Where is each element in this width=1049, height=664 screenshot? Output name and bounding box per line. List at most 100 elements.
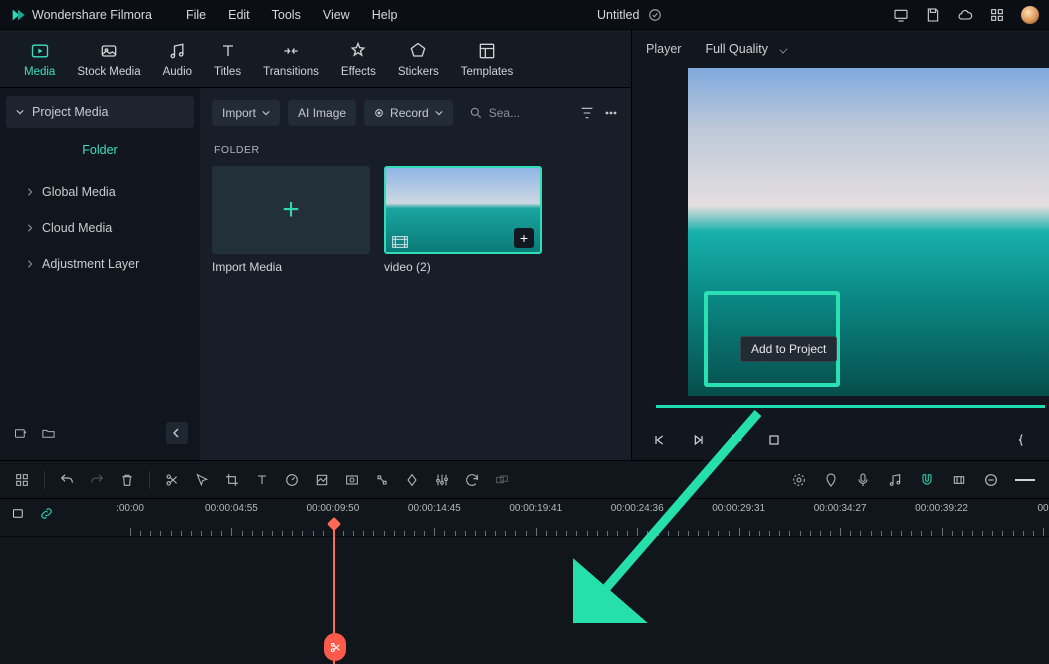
prev-frame-icon[interactable] — [652, 432, 668, 448]
ruler-label: 00:00:29:31 — [712, 503, 765, 514]
menu-help[interactable]: Help — [372, 8, 398, 22]
import-media-tile[interactable]: + Import Media — [212, 166, 370, 274]
timeline-options-icon[interactable] — [10, 505, 26, 521]
play-icon[interactable] — [728, 432, 744, 448]
tab-effects[interactable]: Effects — [341, 40, 376, 78]
sidebar-global-media[interactable]: Global Media — [6, 176, 194, 208]
timeline-ruler[interactable]: :00:0000:00:04:5500:00:09:5000:00:14:450… — [0, 499, 1049, 537]
titles-icon — [217, 40, 239, 62]
ai-image-button[interactable]: AI Image — [288, 100, 356, 126]
play-pause-icon[interactable] — [690, 432, 706, 448]
color-icon[interactable] — [314, 472, 330, 488]
transitions-icon — [280, 40, 302, 62]
media-icon — [29, 40, 51, 62]
more-icon[interactable] — [603, 105, 619, 121]
sidebar-cloud-media[interactable]: Cloud Media — [6, 212, 194, 244]
tab-stickers[interactable]: Stickers — [398, 40, 439, 78]
mic-icon[interactable] — [855, 472, 871, 488]
tab-effects-label: Effects — [341, 66, 376, 78]
tl-refresh-icon[interactable] — [464, 472, 480, 488]
stop-icon[interactable] — [766, 432, 782, 448]
group-icon[interactable] — [494, 472, 510, 488]
tab-transitions[interactable]: Transitions — [263, 40, 319, 78]
player-viewport[interactable] — [642, 68, 1049, 420]
search-input[interactable]: Sea... — [461, 106, 531, 120]
tab-media[interactable]: Media — [24, 40, 55, 78]
record-button[interactable]: Record — [364, 100, 453, 126]
tab-stock[interactable]: Stock Media — [77, 40, 140, 78]
split-icon[interactable] — [164, 472, 180, 488]
import-button[interactable]: Import — [212, 100, 280, 126]
text-icon[interactable] — [254, 472, 270, 488]
plus-icon: + — [282, 195, 300, 225]
undo-icon[interactable] — [59, 472, 75, 488]
new-folder-icon[interactable] — [40, 425, 56, 441]
ruler-label: 00:00:34:27 — [814, 503, 867, 514]
save-icon[interactable] — [925, 7, 941, 23]
sidebar-folder[interactable]: Folder — [6, 134, 194, 166]
keyframe-icon[interactable] — [404, 472, 420, 488]
ruler-label: 00:00:19:41 — [509, 503, 562, 514]
tab-transitions-label: Transitions — [263, 66, 319, 78]
timeline-tracks[interactable]: video (2) — [0, 537, 1049, 664]
player-progress-bar[interactable] — [656, 405, 1045, 408]
add-to-project-button[interactable]: + — [514, 228, 534, 248]
monitor-icon[interactable] — [893, 7, 909, 23]
effects-icon — [347, 40, 369, 62]
mask-icon[interactable] — [344, 472, 360, 488]
crop-icon[interactable] — [224, 472, 240, 488]
caret-right-icon — [26, 260, 34, 268]
clip-caption: video (2) — [384, 260, 542, 274]
redo-icon[interactable] — [89, 472, 105, 488]
collapse-sidebar-icon[interactable] — [166, 422, 188, 444]
menu-file[interactable]: File — [186, 8, 206, 22]
stickers-icon — [407, 40, 429, 62]
media-clip-tile[interactable]: + video (2) — [384, 166, 542, 274]
menu-edit[interactable]: Edit — [228, 8, 250, 22]
magnet-icon[interactable] — [919, 472, 935, 488]
menu-view[interactable]: View — [323, 8, 350, 22]
user-avatar[interactable] — [1021, 6, 1039, 24]
ruler-label: 00:00:09:50 — [306, 503, 359, 514]
tl-grid-icon[interactable] — [14, 472, 30, 488]
quality-dropdown[interactable]: Full Quality — [695, 37, 796, 61]
link-icon[interactable] — [38, 505, 54, 521]
filmstrip-icon — [392, 236, 408, 248]
tab-stickers-label: Stickers — [398, 66, 439, 78]
caret-right-icon — [26, 188, 34, 196]
speed-icon[interactable] — [284, 472, 300, 488]
tab-audio[interactable]: Audio — [163, 40, 192, 78]
delete-icon[interactable] — [119, 472, 135, 488]
adjust-icon[interactable] — [434, 472, 450, 488]
filter-icon[interactable] — [579, 105, 595, 121]
zoom-slider[interactable] — [1015, 479, 1035, 481]
grid-icon[interactable] — [989, 7, 1005, 23]
tab-media-label: Media — [24, 66, 55, 78]
media-tabs: Media Stock Media Audio Titles Transitio… — [0, 30, 631, 88]
cursor-icon[interactable] — [194, 472, 210, 488]
tab-templates[interactable]: Templates — [461, 40, 513, 78]
import-caption: Import Media — [212, 260, 370, 274]
snap-icon[interactable] — [374, 472, 390, 488]
marker-icon[interactable] — [823, 472, 839, 488]
menu-tools[interactable]: Tools — [272, 8, 301, 22]
render-icon[interactable] — [791, 472, 807, 488]
ruler-label: :00:00 — [116, 503, 144, 514]
tab-titles[interactable]: Titles — [214, 40, 241, 78]
sidebar-adjust-label: Adjustment Layer — [42, 257, 139, 271]
zoom-out-icon[interactable] — [983, 472, 999, 488]
record-label: Record — [390, 106, 429, 120]
split-handle-icon[interactable] — [324, 633, 346, 661]
new-bin-icon[interactable] — [12, 425, 28, 441]
mark-in-out-icon[interactable] — [951, 472, 967, 488]
app-logo: Wondershare Filmora — [10, 7, 152, 23]
cloud-icon[interactable] — [957, 7, 973, 23]
sidebar-project-media[interactable]: Project Media — [6, 96, 194, 128]
templates-icon — [476, 40, 498, 62]
code-brace-icon[interactable] — [1013, 432, 1029, 448]
tab-stock-label: Stock Media — [77, 66, 140, 78]
music-icon[interactable] — [887, 472, 903, 488]
sidebar-adjustment-layer[interactable]: Adjustment Layer — [6, 248, 194, 280]
menu-bar: Wondershare Filmora File Edit Tools View… — [0, 0, 1049, 30]
media-sidebar: Project Media Folder Global Media Cloud … — [0, 88, 200, 460]
